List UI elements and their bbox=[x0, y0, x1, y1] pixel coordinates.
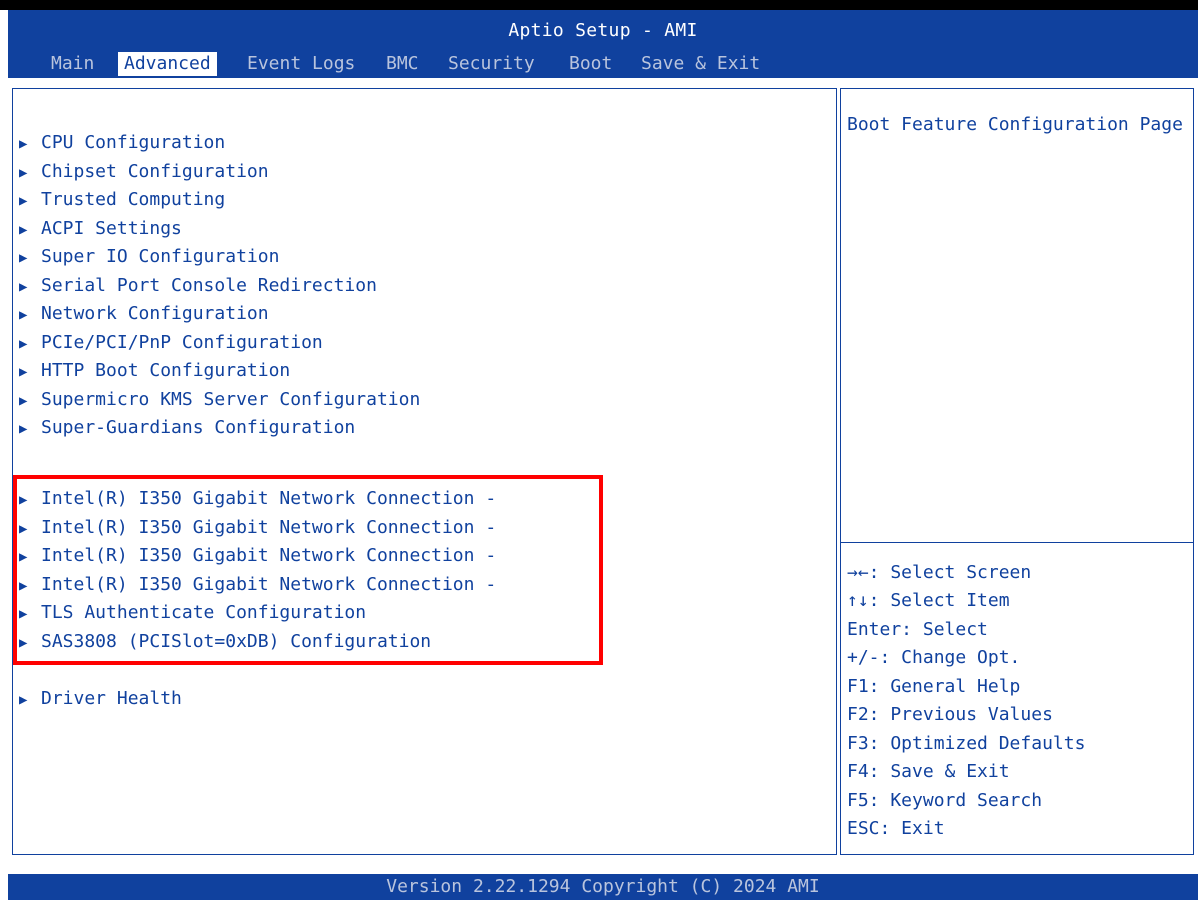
menu-item-trusted-computing[interactable]: ▶ Trusted Computing bbox=[19, 186, 225, 214]
key-hint-f4: F4: Save & Exit bbox=[847, 761, 1010, 782]
triangle-right-icon: ▶ bbox=[19, 549, 28, 565]
triangle-right-icon: ▶ bbox=[19, 136, 28, 152]
key-hint-enter: Enter: Select bbox=[847, 619, 988, 640]
menu-item-label: Chipset Configuration bbox=[41, 161, 269, 182]
menu-item-tls-authenticate-configuration[interactable]: ▶ TLS Authenticate Configuration bbox=[19, 599, 366, 627]
triangle-right-icon: ▶ bbox=[19, 578, 28, 594]
menu-item-super-io-configuration[interactable]: ▶ Super IO Configuration bbox=[19, 243, 279, 271]
menu-item-intel-i350-network-1[interactable]: ▶ Intel(R) I350 Gigabit Network Connectio… bbox=[19, 485, 496, 513]
key-hint-f3: F3: Optimized Defaults bbox=[847, 733, 1086, 754]
menu-item-acpi-settings[interactable]: ▶ ACPI Settings bbox=[19, 215, 182, 243]
triangle-right-icon: ▶ bbox=[19, 279, 28, 295]
tab-boot[interactable]: Boot bbox=[563, 52, 618, 76]
triangle-right-icon: ▶ bbox=[19, 108, 28, 124]
triangle-right-icon: ▶ bbox=[19, 492, 28, 508]
menu-bar: Main Advanced Event Logs BMC Security Bo… bbox=[8, 50, 1198, 78]
triangle-right-icon: ▶ bbox=[19, 393, 28, 409]
triangle-right-icon: ▶ bbox=[19, 336, 28, 352]
footer-version: Version 2.22.1294 Copyright (C) 2024 AMI bbox=[8, 874, 1198, 900]
menu-item-label: Boot Feature bbox=[41, 104, 172, 125]
settings-panel: ▶ Boot Feature ▶ CPU Configuration ▶ Chipse… bbox=[12, 88, 837, 855]
menu-item-label: PCIe/PCI/PnP Configuration bbox=[41, 332, 323, 353]
triangle-right-icon: ▶ bbox=[19, 193, 28, 209]
menu-item-pcie-pci-pnp-configuration[interactable]: ▶ PCIe/PCI/PnP Configuration bbox=[19, 329, 323, 357]
menu-item-label: HTTP Boot Configuration bbox=[41, 360, 291, 381]
main-area: ▶ Boot Feature ▶ CPU Configuration ▶ Chipse… bbox=[8, 78, 1198, 860]
menu-item-label: Intel(R) I350 Gigabit Network Connection… bbox=[41, 517, 497, 538]
bios-screen: Aptio Setup - AMI Main Advanced Event Lo… bbox=[0, 0, 1198, 900]
menu-item-label: Trusted Computing bbox=[41, 189, 226, 210]
tab-advanced[interactable]: Advanced bbox=[118, 52, 217, 76]
menu-item-label: Super-Guardians Configuration bbox=[41, 417, 356, 438]
triangle-right-icon: ▶ bbox=[19, 606, 28, 622]
menu-item-label: CPU Configuration bbox=[41, 132, 226, 153]
menu-item-label: Driver Health bbox=[41, 688, 182, 709]
menu-item-label: Intel(R) I350 Gigabit Network Connection… bbox=[41, 574, 497, 595]
menu-item-serial-port-console-redirection[interactable]: ▶ Serial Port Console Redirection bbox=[19, 272, 377, 300]
menu-item-http-boot-configuration[interactable]: ▶ HTTP Boot Configuration bbox=[19, 357, 290, 385]
help-divider bbox=[841, 542, 1193, 543]
menu-item-label: Supermicro KMS Server Configuration bbox=[41, 389, 421, 410]
key-hint-select-item: ↑↓: Select Item bbox=[847, 590, 1010, 611]
key-hint-select-screen: →←: Select Screen bbox=[847, 562, 1032, 583]
menu-item-supermicro-kms-server-configuration[interactable]: ▶ Supermicro KMS Server Configuration bbox=[19, 386, 420, 414]
triangle-right-icon: ▶ bbox=[19, 364, 28, 380]
header-bar: Aptio Setup - AMI Main Advanced Event Lo… bbox=[8, 10, 1198, 78]
menu-item-intel-i350-network-3[interactable]: ▶ Intel(R) I350 Gigabit Network Connectio… bbox=[19, 542, 496, 570]
menu-item-chipset-configuration[interactable]: ▶ Chipset Configuration bbox=[19, 158, 269, 186]
tab-save-exit[interactable]: Save & Exit bbox=[635, 52, 766, 76]
key-hint-f5: F5: Keyword Search bbox=[847, 790, 1043, 811]
triangle-right-icon: ▶ bbox=[19, 635, 28, 651]
menu-item-label: Serial Port Console Redirection bbox=[41, 275, 377, 296]
menu-item-sas3808-configuration[interactable]: ▶ SAS3808 (PCISlot=0xDB) Configuration bbox=[19, 628, 431, 656]
key-hint-esc: ESC: Exit bbox=[847, 818, 945, 839]
tab-event-logs[interactable]: Event Logs bbox=[241, 52, 361, 76]
key-hint-change-opt: +/-: Change Opt. bbox=[847, 647, 1021, 668]
key-hint-f2: F2: Previous Values bbox=[847, 704, 1053, 725]
menu-item-label: Intel(R) I350 Gigabit Network Connection… bbox=[41, 488, 497, 509]
menu-item-intel-i350-network-4[interactable]: ▶ Intel(R) I350 Gigabit Network Connectio… bbox=[19, 571, 496, 599]
menu-item-super-guardians-configuration[interactable]: ▶ Super-Guardians Configuration bbox=[19, 414, 355, 442]
menu-item-label: Network Configuration bbox=[41, 303, 269, 324]
help-panel: Boot Feature Configuration Page →←: Sele… bbox=[840, 88, 1194, 855]
tab-main[interactable]: Main bbox=[45, 52, 100, 76]
menu-item-label: Super IO Configuration bbox=[41, 246, 280, 267]
top-bezel bbox=[0, 0, 1198, 10]
triangle-right-icon: ▶ bbox=[19, 222, 28, 238]
menu-item-boot-feature[interactable]: ▶ Boot Feature bbox=[19, 101, 171, 129]
menu-item-cpu-configuration[interactable]: ▶ CPU Configuration bbox=[19, 129, 225, 157]
triangle-right-icon: ▶ bbox=[19, 165, 28, 181]
window-title: Aptio Setup - AMI bbox=[508, 20, 698, 41]
triangle-right-icon: ▶ bbox=[19, 692, 28, 708]
menu-item-label: TLS Authenticate Configuration bbox=[41, 602, 367, 623]
menu-item-network-configuration[interactable]: ▶ Network Configuration bbox=[19, 300, 269, 328]
help-description: Boot Feature Configuration Page bbox=[847, 114, 1183, 135]
key-hint-f1: F1: General Help bbox=[847, 676, 1021, 697]
triangle-right-icon: ▶ bbox=[19, 521, 28, 537]
triangle-right-icon: ▶ bbox=[19, 250, 28, 266]
menu-item-label: ACPI Settings bbox=[41, 218, 182, 239]
menu-item-driver-health[interactable]: ▶ Driver Health bbox=[19, 685, 182, 713]
triangle-right-icon: ▶ bbox=[19, 307, 28, 323]
menu-item-intel-i350-network-2[interactable]: ▶ Intel(R) I350 Gigabit Network Connectio… bbox=[19, 514, 496, 542]
menu-item-label: Intel(R) I350 Gigabit Network Connection… bbox=[41, 545, 497, 566]
tab-security[interactable]: Security bbox=[442, 52, 541, 76]
tab-bmc[interactable]: BMC bbox=[380, 52, 425, 76]
menu-item-label: SAS3808 (PCISlot=0xDB) Configuration bbox=[41, 631, 432, 652]
triangle-right-icon: ▶ bbox=[19, 421, 28, 437]
